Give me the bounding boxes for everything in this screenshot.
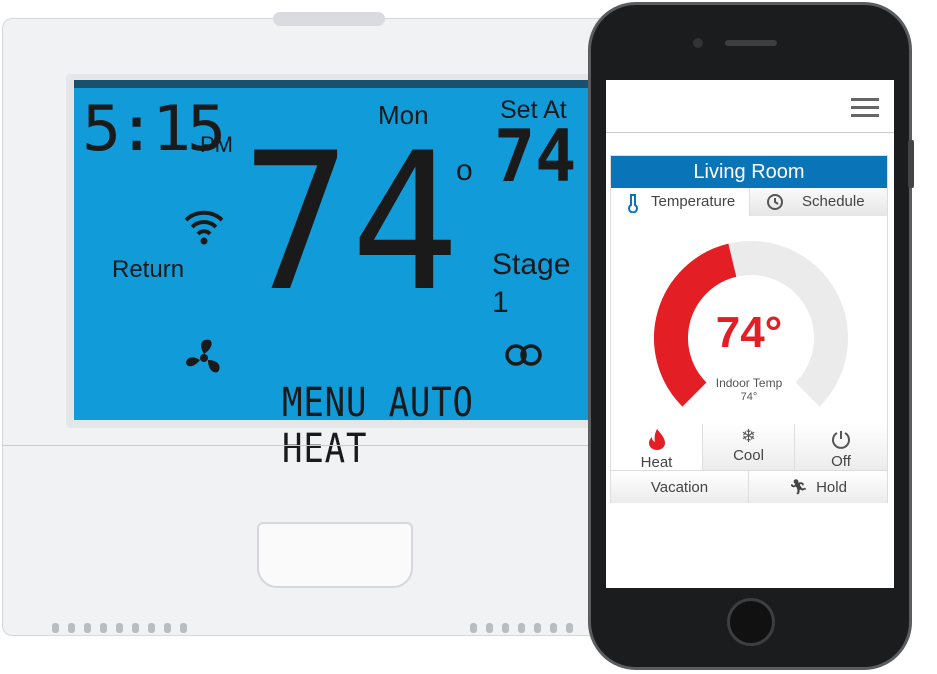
- vent-slot: [180, 623, 187, 633]
- fan-icon: [186, 339, 220, 373]
- vent-slot: [534, 623, 541, 633]
- thermostat-divider: [2, 445, 612, 446]
- mode-readout: MENU AUTO HEAT: [282, 380, 474, 472]
- mode-label: Heat: [640, 454, 673, 471]
- vent-slot: [502, 623, 509, 633]
- running-person-icon: 🏃︎: [789, 479, 809, 496]
- room-title: Living Room: [611, 156, 887, 188]
- thermostat-top-tab: [273, 12, 385, 26]
- vent-slot: [486, 623, 493, 633]
- ampm-label: PM: [200, 132, 233, 157]
- phone-side-button: [908, 140, 914, 188]
- flame-icon: [648, 429, 665, 450]
- current-temp-display: 74: [242, 112, 460, 333]
- vent-slot: [164, 623, 171, 633]
- stage-rings-icon: [505, 344, 542, 366]
- tab-label: Schedule: [802, 193, 865, 210]
- stage-value: 1: [492, 286, 509, 319]
- vent-slot: [550, 623, 557, 633]
- mode-cool-button[interactable]: ❄ Cool: [703, 424, 795, 470]
- vent-slot: [518, 623, 525, 633]
- vent-slot: [132, 623, 139, 633]
- hold-label: Hold: [816, 479, 847, 496]
- mode-heat-button[interactable]: Heat: [611, 424, 703, 471]
- return-label: Return: [112, 256, 185, 283]
- stage-label: Stage: [492, 248, 571, 281]
- vent-slot: [566, 623, 573, 633]
- header-divider: [606, 132, 894, 133]
- vent-slot: [84, 623, 91, 633]
- degree-symbol: o: [456, 154, 473, 187]
- room-card: Living Room Temperature Schedule 74° Ind…: [610, 155, 888, 503]
- home-button[interactable]: [727, 598, 775, 646]
- power-icon: [832, 431, 850, 449]
- hamburger-menu-icon[interactable]: [851, 98, 879, 117]
- indoor-temp-label: Indoor Temp: [715, 376, 783, 390]
- tab-temperature[interactable]: Temperature: [611, 188, 749, 216]
- tab-schedule[interactable]: Schedule: [749, 188, 887, 216]
- front-camera: [693, 38, 703, 48]
- vent-slot: [148, 623, 155, 633]
- mode-label: Cool: [733, 447, 764, 464]
- clock-icon: [767, 194, 783, 210]
- vent-slot: [52, 623, 59, 633]
- vacation-label: Vacation: [650, 479, 709, 496]
- lcd-display: 5:15 PM Mon Set At 74 74 o Return Stage …: [74, 80, 590, 472]
- tab-label: Temperature: [651, 193, 736, 210]
- vent-slot: [68, 623, 75, 633]
- mode-label: Off: [831, 453, 851, 470]
- set-at-value: 74: [494, 114, 577, 198]
- indoor-temp-value: 74°: [740, 391, 758, 403]
- hold-button[interactable]: 🏃︎ Hold: [749, 470, 887, 503]
- vent-slot: [470, 623, 477, 633]
- vacation-button[interactable]: Vacation: [611, 470, 749, 503]
- vent-slot: [100, 623, 107, 633]
- vent-slot: [116, 623, 123, 633]
- thermometer-icon: [628, 194, 638, 213]
- earpiece: [725, 40, 777, 46]
- setpoint-temp: 74°: [715, 308, 783, 357]
- snowflake-icon: ❄: [740, 426, 757, 446]
- wifi-icon: [184, 210, 224, 245]
- thermostat-door-button[interactable]: [257, 522, 413, 588]
- mode-off-button[interactable]: Off: [795, 424, 887, 470]
